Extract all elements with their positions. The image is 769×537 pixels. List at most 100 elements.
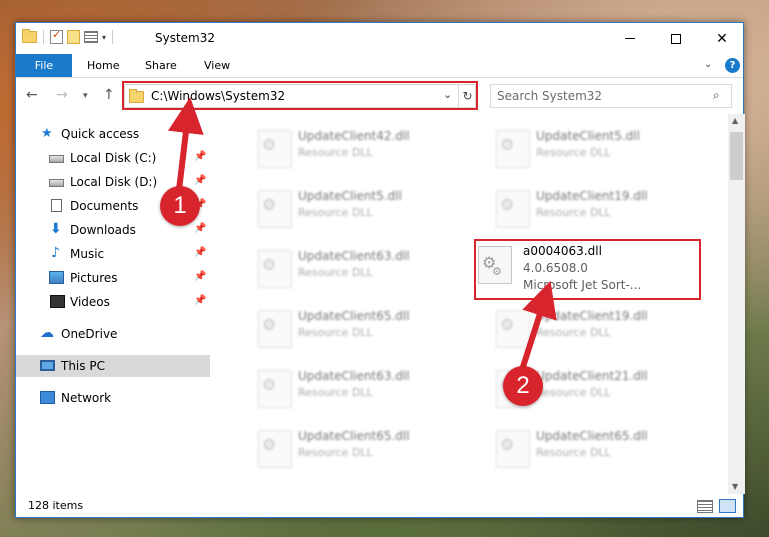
expand-ribbon-chevron-icon[interactable]: ⌄	[704, 59, 712, 70]
list-item[interactable]: ⚙ UpdateClient63.dll Resource DLL	[250, 362, 470, 412]
tab-home[interactable]: Home	[87, 54, 119, 77]
window-title: System32	[155, 31, 216, 45]
list-item[interactable]: ⚙ UpdateClient65.dll Resource DLL	[250, 422, 470, 472]
file-name: UpdateClient65.dll	[298, 429, 410, 443]
new-folder-icon[interactable]	[67, 30, 80, 44]
close-icon: ✕	[716, 30, 728, 47]
up-arrow-icon[interactable]: ↑	[103, 87, 115, 103]
list-item[interactable]: ⚙ UpdateClient5.dll Resource DLL	[488, 122, 708, 172]
file-name: UpdateClient42.dll	[298, 129, 410, 143]
file-type: Resource DLL	[298, 266, 373, 279]
file-type: Resource DLL	[536, 386, 611, 399]
gear-icon: ⚙	[262, 315, 277, 334]
sidebar-item-onedrive[interactable]: ☁ OneDrive	[16, 323, 210, 345]
file-type: Resource DLL	[298, 326, 373, 339]
maximize-icon	[671, 33, 681, 44]
tiles-view-icon[interactable]	[719, 499, 736, 513]
file-type: Resource DLL	[298, 206, 373, 219]
search-icon[interactable]: ⌕	[713, 88, 720, 103]
help-icon[interactable]: ?	[725, 58, 740, 73]
list-item[interactable]: ⚙ UpdateClient42.dll Resource DLL	[250, 122, 470, 172]
customize-toolbar-chevron-icon[interactable]: ▾	[102, 33, 106, 42]
details-view-icon[interactable]	[697, 500, 713, 513]
pin-icon[interactable]: 📌	[194, 247, 206, 258]
close-button[interactable]: ✕	[699, 23, 745, 54]
pin-icon[interactable]: 📌	[194, 175, 206, 186]
title-bar: ▾ System32 ✕	[16, 23, 743, 54]
list-item[interactable]: ⚙ UpdateClient65.dll Resource DLL	[250, 302, 470, 352]
address-highlight-box	[122, 81, 478, 110]
gear-icon: ⚙	[500, 315, 515, 334]
list-item[interactable]: ⚙ UpdateClient19.dll Resource DLL	[488, 182, 708, 232]
callout-step-1: 1	[160, 186, 200, 226]
gear-icon: ⚙	[492, 265, 502, 278]
forward-arrow-icon[interactable]: →	[56, 87, 68, 103]
drive-icon	[49, 179, 64, 187]
ribbon: File Home Share View ⌄ ?	[16, 54, 743, 78]
gear-icon: ⚙	[262, 375, 277, 394]
maximize-button[interactable]	[653, 23, 699, 54]
highlighted-file-a0004063[interactable]: ⚙ ⚙ a0004063.dll 4.0.6508.0 Microsoft Je…	[474, 239, 701, 300]
gear-icon: ⚙	[262, 135, 277, 154]
sidebar-item-label: Local Disk (C:)	[70, 151, 157, 165]
divider	[43, 30, 44, 44]
file-type: Resource DLL	[536, 326, 611, 339]
list-item[interactable]: ⚙ UpdateClient5.dll Resource DLL	[250, 182, 470, 232]
sidebar-item-this-pc[interactable]: This PC	[16, 355, 210, 377]
minimize-button[interactable]	[607, 23, 653, 54]
list-item[interactable]: ⚙ UpdateClient63.dll Resource DLL	[250, 242, 470, 292]
pictures-icon	[49, 271, 64, 284]
navigation-pane: ★ Quick access Local Disk (C:) 📌 Local D…	[16, 114, 212, 494]
gear-icon: ⚙	[500, 435, 515, 454]
sidebar-item-label: Videos	[70, 295, 110, 309]
gear-icon: ⚙	[262, 255, 277, 274]
list-item-selected[interactable]: ⚙ ⚙ a0004063.dll 4.0.6508.0 Microsoft Je…	[478, 244, 698, 294]
file-name: UpdateClient65.dll	[536, 429, 648, 443]
sidebar-item-label: Music	[70, 247, 105, 261]
sidebar-item-music[interactable]: ♪ Music 📌	[16, 243, 210, 265]
scroll-thumb[interactable]	[730, 132, 743, 180]
divider	[112, 30, 114, 44]
sidebar-item-quick-access[interactable]: ★ Quick access	[16, 123, 210, 145]
star-icon: ★	[41, 126, 53, 141]
folder-icon	[22, 29, 37, 43]
file-name: UpdateClient65.dll	[298, 309, 410, 323]
drive-icon	[49, 155, 64, 163]
onedrive-icon: ☁	[40, 325, 54, 341]
sidebar-item-label: Network	[61, 391, 112, 405]
file-type: Resource DLL	[298, 386, 373, 399]
scroll-down-icon[interactable]: ▼	[732, 482, 738, 491]
vertical-scrollbar[interactable]: ▲ ▼	[728, 114, 745, 494]
back-arrow-icon[interactable]: ←	[26, 87, 38, 103]
scroll-up-icon[interactable]: ▲	[732, 116, 738, 125]
explorer-window: ▾ System32 ✕ File Home Share View ⌄ ? ← …	[15, 22, 745, 519]
pin-icon[interactable]: 📌	[194, 223, 206, 234]
properties-icon[interactable]	[50, 28, 63, 44]
gear-icon: ⚙	[262, 435, 277, 454]
gear-icon: ⚙	[262, 195, 277, 214]
pin-icon[interactable]: 📌	[194, 151, 206, 162]
sidebar-item-label: OneDrive	[61, 327, 118, 341]
sidebar-item-pictures[interactable]: Pictures 📌	[16, 267, 210, 289]
recent-locations-chevron-icon[interactable]: ▾	[83, 91, 88, 101]
view-options-icon[interactable]	[84, 31, 98, 43]
file-name: UpdateClient21.dll	[536, 369, 648, 383]
status-bar: 128 items	[16, 494, 743, 519]
list-item[interactable]: ⚙ UpdateClient65.dll Resource DLL	[488, 422, 708, 472]
tab-view[interactable]: View	[204, 54, 230, 77]
music-icon: ♪	[51, 245, 60, 261]
sidebar-item-videos[interactable]: Videos 📌	[16, 291, 210, 313]
tab-file[interactable]: File	[16, 54, 72, 77]
sidebar-item-network[interactable]: Network	[16, 387, 210, 409]
sidebar-item-label: Pictures	[70, 271, 118, 285]
sidebar-item-label: Quick access	[61, 127, 140, 141]
sidebar-item-local-disk-c[interactable]: Local Disk (C:) 📌	[16, 147, 210, 169]
computer-icon	[40, 360, 55, 371]
list-item[interactable]: ⚙ UpdateClient19.dll Resource DLL	[488, 302, 708, 352]
tab-share[interactable]: Share	[145, 54, 177, 77]
search-input[interactable]: Search System32 ⌕	[490, 84, 732, 108]
pin-icon[interactable]: 📌	[194, 295, 206, 306]
navigation-bar: ← → ▾ ↑ C:\Windows\System32 ⌄ ↻ Search S…	[16, 78, 743, 114]
quick-access-toolbar: ▾	[22, 28, 115, 44]
pin-icon[interactable]: 📌	[194, 271, 206, 282]
